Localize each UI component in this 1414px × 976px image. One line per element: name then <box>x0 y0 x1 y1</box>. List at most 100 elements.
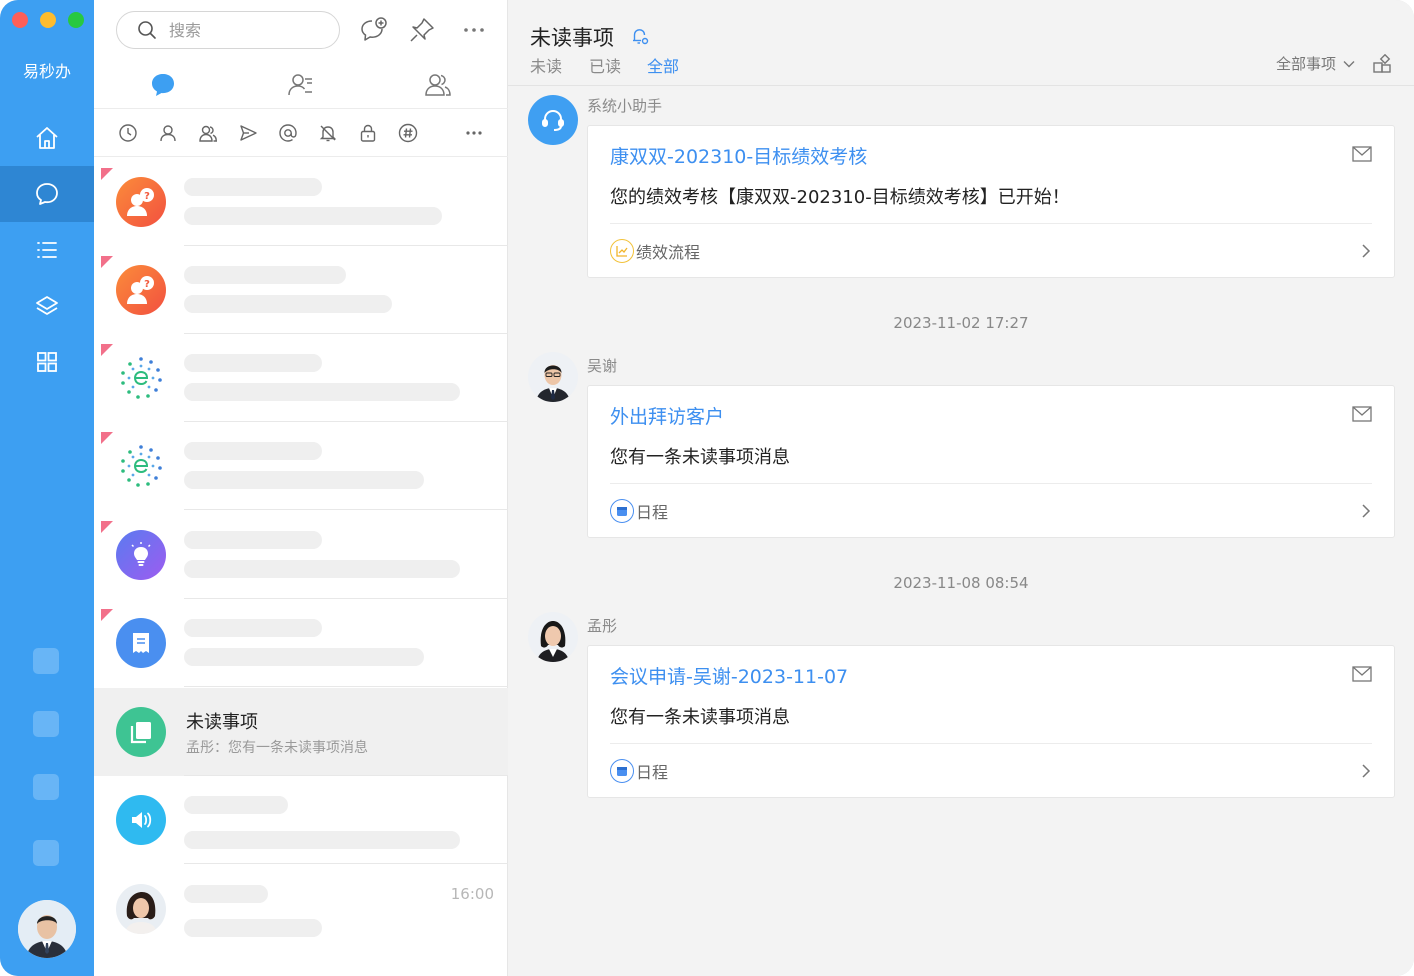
speaker-avatar-icon <box>116 795 166 845</box>
tab-all[interactable]: 全部 <box>647 53 679 77</box>
matter-title[interactable]: 康双双-202310-目标绩效考核 <box>610 142 867 169</box>
new-chat-button[interactable] <box>358 14 390 46</box>
chevron-right-icon <box>1362 504 1371 518</box>
category-label: 日程 <box>636 503 669 522</box>
lock-icon <box>360 124 376 142</box>
placeholder-preview <box>184 295 392 313</box>
dotted-logo-avatar-icon <box>116 353 166 403</box>
filter-single-chat[interactable] <box>157 122 179 144</box>
nav-rail: 易秒办 <box>0 0 94 976</box>
send-icon <box>240 125 257 141</box>
users-icon <box>425 74 451 96</box>
filter-sent[interactable] <box>237 122 259 144</box>
matter-card[interactable]: 会议申请-吴谢-2023-11-07 您有一条未读事项消息 日程 <box>587 645 1395 798</box>
man-portrait-icon <box>536 365 570 402</box>
nav-tasks[interactable] <box>0 222 94 278</box>
mail-icon <box>1352 146 1372 162</box>
open-matter-button[interactable] <box>1360 242 1372 264</box>
more-icon <box>466 131 482 135</box>
filter-mentions[interactable] <box>277 122 299 144</box>
nav-messages[interactable] <box>0 166 94 222</box>
mark-read-button[interactable] <box>1352 666 1372 686</box>
rail-app-slot[interactable] <box>33 648 59 674</box>
open-matter-button[interactable] <box>1360 502 1372 524</box>
sender-name: 吴谢 <box>587 357 618 375</box>
matter-body: 您有一条未读事项消息 <box>610 447 790 468</box>
unread-flag <box>101 168 113 180</box>
filter-groups[interactable] <box>197 122 219 144</box>
nav-home[interactable] <box>0 110 94 166</box>
tab-messages[interactable] <box>146 68 180 102</box>
filter-recent[interactable] <box>117 122 139 144</box>
matter-card[interactable]: 康双双-202310-目标绩效考核 您的绩效考核【康双双-202310-目标绩效… <box>587 125 1395 278</box>
close-window-button[interactable] <box>12 12 28 28</box>
conversation-item-unread-matters[interactable]: 未读事项 孟彤：您有一条未读事项消息 <box>94 688 508 776</box>
maximize-window-button[interactable] <box>68 12 84 28</box>
user-icon <box>160 125 176 142</box>
matter-category: 日程 <box>610 499 668 523</box>
conversation-item[interactable]: ? <box>94 158 508 246</box>
tab-unread[interactable]: 未读 <box>530 53 562 77</box>
contacts-list-icon <box>288 74 312 96</box>
category-label: 绩效流程 <box>636 243 701 262</box>
nav-workspace[interactable] <box>0 278 94 334</box>
woman-portrait-icon <box>125 892 157 934</box>
conversation-item[interactable] <box>94 422 508 510</box>
nav-apps[interactable] <box>0 334 94 390</box>
list-icon <box>37 242 57 258</box>
filter-topics[interactable] <box>397 122 419 144</box>
tab-organization[interactable] <box>421 68 455 102</box>
mark-read-button[interactable] <box>1352 146 1372 166</box>
mark-read-button[interactable] <box>1352 406 1372 426</box>
placeholder-preview <box>184 560 460 578</box>
placeholder-title <box>184 442 322 460</box>
conversation-item[interactable]: 16:00 <box>94 865 508 953</box>
layout-toggle-button[interactable] <box>1372 53 1392 78</box>
rail-app-slot[interactable] <box>33 774 59 800</box>
chevron-right-icon <box>1362 764 1371 778</box>
matter-title[interactable]: 外出拜访客户 <box>610 402 724 429</box>
filter-muted[interactable] <box>317 122 339 144</box>
pin-button[interactable] <box>406 14 438 46</box>
document-avatar-icon <box>116 618 166 668</box>
tab-contacts-list[interactable] <box>284 68 318 102</box>
more-options-button[interactable] <box>458 14 490 46</box>
conversation-item[interactable] <box>94 334 508 422</box>
notification-settings-button[interactable] <box>630 26 650 50</box>
woman-portrait-icon <box>537 621 569 662</box>
search-box[interactable] <box>116 11 340 49</box>
rail-app-slot[interactable] <box>33 711 59 737</box>
chevron-down-icon <box>1343 60 1355 67</box>
placeholder-preview <box>184 831 460 849</box>
sender-name: 系统小助手 <box>587 97 663 115</box>
conversation-item[interactable] <box>94 599 508 687</box>
open-matter-button[interactable] <box>1360 762 1372 784</box>
minimize-window-button[interactable] <box>40 12 56 28</box>
sender-avatar <box>528 612 578 662</box>
conversation-item[interactable] <box>94 511 508 599</box>
placeholder-title <box>184 354 322 372</box>
conversation-item[interactable]: ? <box>94 246 508 334</box>
filter-more[interactable] <box>463 122 485 144</box>
placeholder-preview <box>184 383 460 401</box>
matter-title[interactable]: 会议申请-吴谢-2023-11-07 <box>610 662 848 689</box>
category-label: 日程 <box>636 763 669 782</box>
search-input[interactable] <box>169 20 319 40</box>
matter-type-dropdown[interactable]: 全部事项 <box>1276 53 1356 74</box>
matter-body: 您的绩效考核【康双双-202310-目标绩效考核】已开始！ <box>610 187 1070 208</box>
group-icon <box>199 125 218 142</box>
conversation-title: 未读事项 <box>186 712 258 733</box>
new-chat-icon <box>361 17 387 41</box>
system-assistant-avatar <box>528 95 578 145</box>
tab-read[interactable]: 已读 <box>589 53 621 77</box>
sender-name: 孟彤 <box>587 617 618 635</box>
rail-app-slot[interactable] <box>33 840 59 866</box>
search-icon <box>138 21 156 39</box>
filter-encrypted[interactable] <box>357 122 379 144</box>
calendar-icon <box>610 499 634 523</box>
matter-card[interactable]: 外出拜访客户 您有一条未读事项消息 日程 <box>587 385 1395 538</box>
chat-bubble-icon <box>152 74 174 96</box>
user-avatar[interactable] <box>18 900 76 958</box>
matter-category: 绩效流程 <box>610 239 700 263</box>
conversation-item[interactable] <box>94 776 508 864</box>
